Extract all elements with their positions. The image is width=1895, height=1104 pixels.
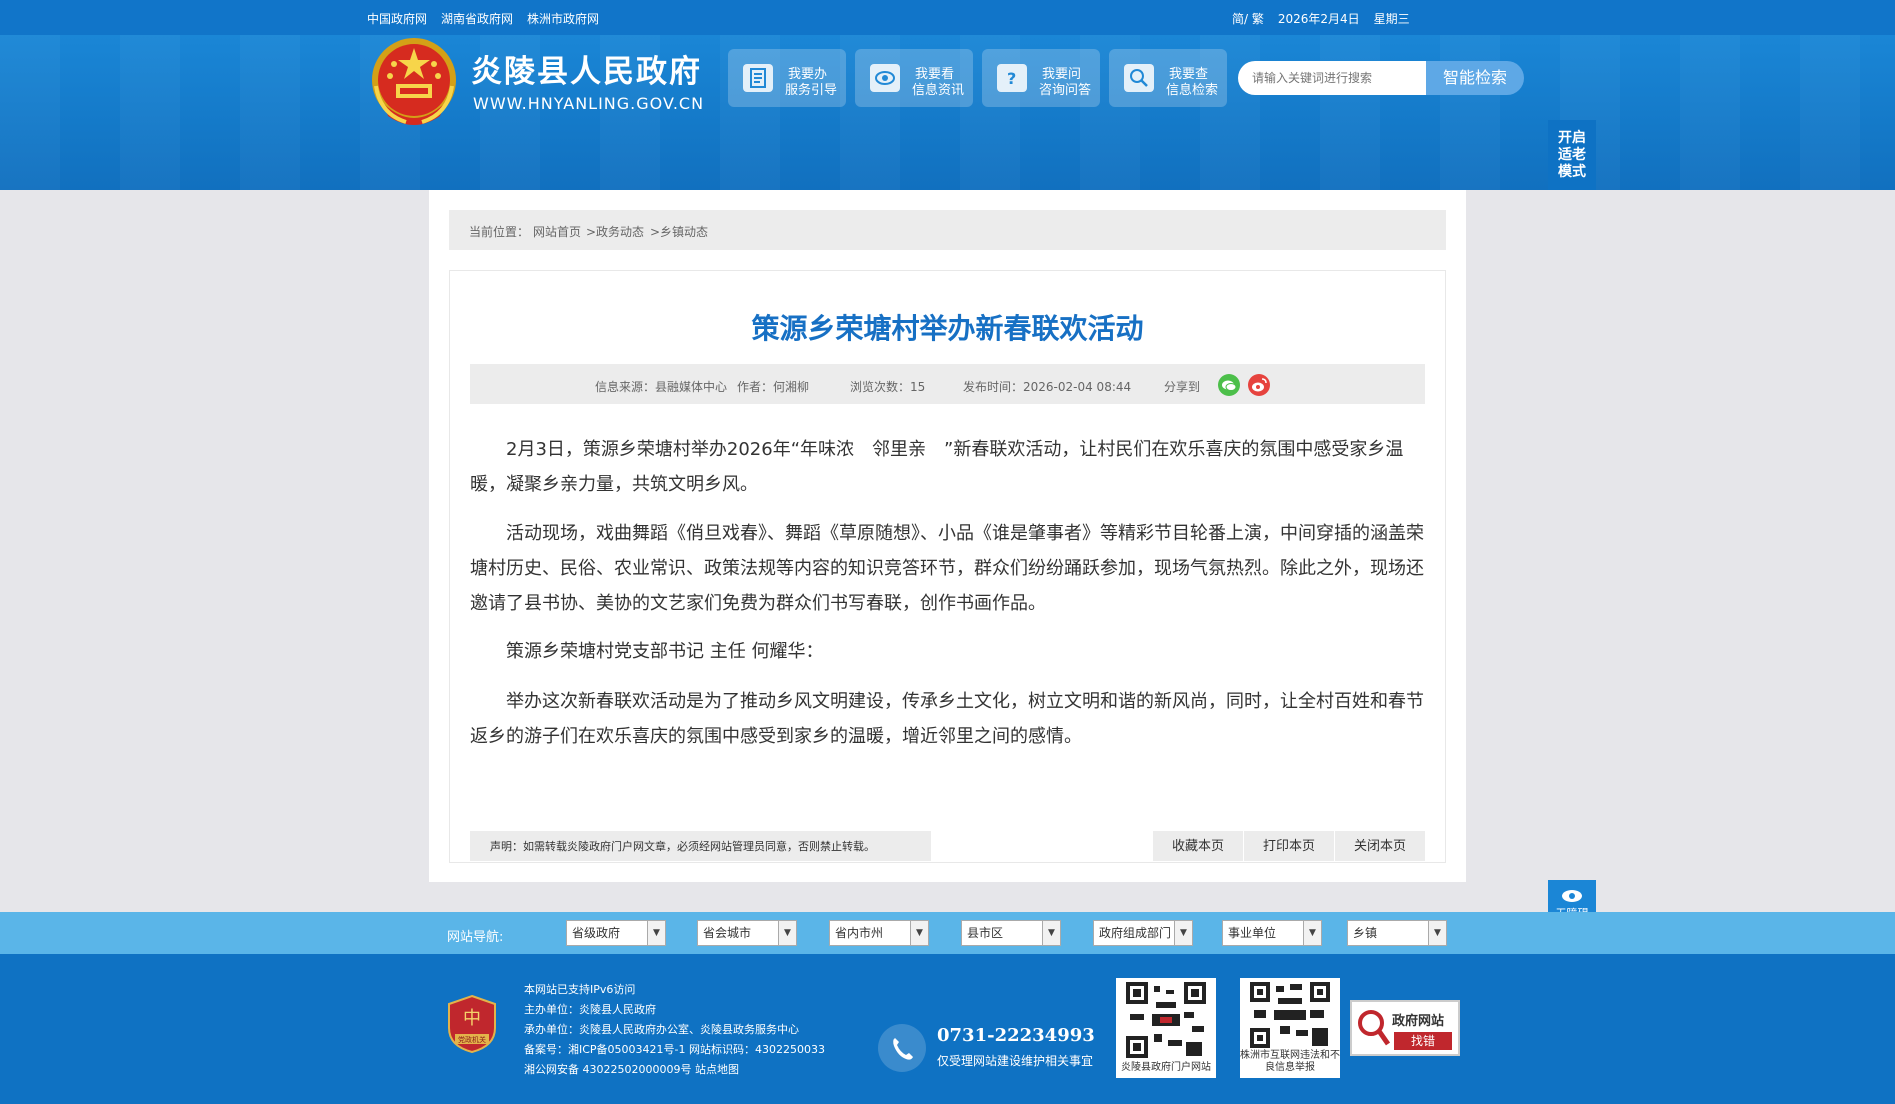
link-hunan-gov[interactable]: 湖南省政府网 bbox=[441, 10, 513, 27]
magnifier-icon bbox=[1358, 1010, 1390, 1046]
article-paragraph: 策源乡荣塘村党支部书记 主任 何耀华： bbox=[506, 641, 824, 662]
qr-label-portal: 炎陵县政府门户网站 bbox=[1121, 1062, 1211, 1073]
service-sublabel-4: 信息检索 bbox=[1166, 83, 1219, 98]
select-value: 省内市州 bbox=[835, 926, 884, 940]
elder-mode-label: 开启适老模式 bbox=[1558, 130, 1586, 180]
current-weekday: 星期三 bbox=[1373, 12, 1410, 26]
link-zhuzhou-gov[interactable]: 株洲市政府网 bbox=[527, 10, 599, 27]
select-prefectures[interactable]: 省内市州 ▼ bbox=[829, 920, 929, 946]
breadcrumb-gov-news[interactable]: >政务动态 bbox=[586, 223, 644, 240]
top-bar: 中国政府网 湖南省政府网 株洲市政府网 简/ 繁 2026年2月4日 星期三 bbox=[0, 0, 1895, 35]
party-gov-badge[interactable]: 中 党政机关 bbox=[447, 994, 497, 1054]
select-value: 县市区 bbox=[967, 926, 1004, 940]
qr-code-report: 株洲市互联网违法和不良信息举报 bbox=[1240, 978, 1340, 1078]
error-box-line2: 找错 bbox=[1394, 1032, 1452, 1050]
lang-switch[interactable]: 简/ 繁 bbox=[1232, 10, 1264, 27]
current-date: 2026年2月4日 bbox=[1277, 12, 1360, 26]
select-townships[interactable]: 乡镇 ▼ bbox=[1347, 920, 1447, 946]
select-value: 省会城市 bbox=[703, 926, 752, 940]
select-counties[interactable]: 县市区 ▼ bbox=[961, 920, 1061, 946]
party-gov-badge-icon: 中 bbox=[448, 994, 496, 1054]
service-button-cha[interactable]: 我要查 信息检索 bbox=[1109, 49, 1227, 107]
phone-icon bbox=[878, 1024, 926, 1072]
site-url: WWW.HNYANLING.GOV.CN bbox=[473, 94, 705, 113]
print-button[interactable]: 打印本页 bbox=[1244, 831, 1334, 861]
elder-mode-toggle[interactable]: 开启适老模式 bbox=[1548, 120, 1596, 190]
link-gov-cn[interactable]: 中国政府网 bbox=[367, 10, 427, 27]
select-public-institutions[interactable]: 事业单位 ▼ bbox=[1222, 920, 1322, 946]
select-value: 省级政府 bbox=[572, 926, 621, 940]
qr-code-icon bbox=[1250, 982, 1330, 1048]
document-icon bbox=[743, 64, 773, 92]
eye-icon bbox=[870, 64, 900, 92]
footer-icp[interactable]: 备案号：湘ICP备05003421号-1 网站标识码：4302250033 bbox=[524, 1041, 825, 1057]
party-gov-badge-text: 党政机关 bbox=[458, 1036, 486, 1044]
chevron-down-icon: ▼ bbox=[1042, 921, 1060, 945]
service-sublabel-2: 信息资讯 bbox=[912, 83, 965, 98]
breadcrumb: 当前位置： 网站首页 >政务动态 >乡镇动态 bbox=[449, 210, 1446, 250]
search-icon bbox=[1124, 64, 1154, 92]
reprint-notice: 声明：如需转载炎陵政府门户网文章，必须经网站管理员同意，否则禁止转载。 bbox=[470, 831, 931, 861]
breadcrumb-home[interactable]: 网站首页 bbox=[533, 223, 581, 240]
close-page-button[interactable]: 关闭本页 bbox=[1335, 831, 1425, 861]
footer-organizer: 承办单位：炎陵县人民政府办公室、炎陵县政务服务中心 bbox=[524, 1023, 799, 1036]
top-links: 中国政府网 湖南省政府网 株洲市政府网 bbox=[367, 10, 599, 27]
service-button-wen[interactable]: ? 我要问 咨询问答 bbox=[982, 49, 1100, 107]
service-sublabel-3: 咨询问答 bbox=[1039, 83, 1092, 98]
meta-share-label: 分享到 bbox=[1164, 380, 1201, 394]
site-title[interactable]: 炎陵县人民政府 bbox=[471, 46, 702, 91]
service-button-kan[interactable]: 我要看 信息资讯 bbox=[855, 49, 973, 107]
eye-icon bbox=[1562, 890, 1582, 902]
select-capital-cities[interactable]: 省会城市 ▼ bbox=[697, 920, 797, 946]
weibo-share-icon[interactable] bbox=[1248, 374, 1270, 396]
service-button-ban[interactable]: 我要办 服务引导 bbox=[728, 49, 846, 107]
footer-ipv6: 本网站已支持IPv6访问 bbox=[524, 983, 636, 996]
error-box-line1: 政府网站 bbox=[1392, 1014, 1445, 1029]
footer-police-record[interactable]: 湘公网安备 43022502000009号 站点地图 bbox=[524, 1061, 739, 1077]
breadcrumb-township-news[interactable]: >乡镇动态 bbox=[650, 223, 708, 240]
meta-views: 浏览次数：15 bbox=[850, 380, 926, 394]
chevron-down-icon: ▼ bbox=[778, 921, 796, 945]
select-provincial-gov[interactable]: 省级政府 ▼ bbox=[566, 920, 666, 946]
select-value: 政府组成部门 bbox=[1099, 926, 1172, 940]
chevron-down-icon: ▼ bbox=[647, 921, 665, 945]
contact-phone-desc: 仅受理网站建设维护相关事宜 bbox=[937, 1054, 1094, 1068]
search-input[interactable] bbox=[1238, 61, 1426, 95]
article-paragraph: 2月3日，策源乡荣塘村举办2026年“年味浓 邻里亲 ”新春联欢活动，让村民们在… bbox=[470, 439, 1404, 495]
chevron-down-icon: ▼ bbox=[910, 921, 928, 945]
chevron-down-icon: ▼ bbox=[1174, 921, 1192, 945]
nav-label: 网站导航: bbox=[447, 930, 504, 945]
breadcrumb-prefix: 当前位置： bbox=[469, 225, 530, 239]
service-sublabel-1: 服务引导 bbox=[785, 83, 838, 98]
article-meta: 信息来源：县融媒体中心 作者：何湘柳 浏览次数：15 发布时间：2026-02-… bbox=[470, 364, 1425, 404]
select-gov-departments[interactable]: 政府组成部门 ▼ bbox=[1093, 920, 1193, 946]
article-title: 策源乡荣塘村举办新春联欢活动 bbox=[751, 312, 1144, 345]
bookmark-button[interactable]: 收藏本页 bbox=[1153, 831, 1243, 861]
article-paragraph: 活动现场，戏曲舞蹈《俏旦戏春》、舞蹈《草原随想》、小品《谁是肇事者》等精彩节目轮… bbox=[470, 523, 1424, 614]
meta-author: 作者：何湘柳 bbox=[737, 380, 810, 394]
site-navigation-bar: 网站导航: 省级政府 ▼ 省会城市 ▼ 省内市州 ▼ 县市区 ▼ 政府组成部门 ▼ 事业单… bbox=[0, 912, 1895, 954]
chevron-down-icon: ▼ bbox=[1303, 921, 1321, 945]
question-icon: ? bbox=[997, 64, 1027, 92]
footer-sponsor: 主办单位：炎陵县人民政府 bbox=[524, 1003, 656, 1016]
wechat-share-icon[interactable] bbox=[1218, 374, 1240, 396]
top-right: 简/ 繁 2026年2月4日 星期三 bbox=[1232, 10, 1410, 27]
select-value: 乡镇 bbox=[1353, 926, 1378, 940]
svg-text:中: 中 bbox=[463, 1008, 481, 1029]
select-value: 事业单位 bbox=[1228, 926, 1277, 940]
chevron-down-icon: ▼ bbox=[1428, 921, 1446, 945]
meta-published: 发布时间：2026-02-04 08:44 bbox=[963, 380, 1132, 394]
svg-text:?: ? bbox=[1007, 69, 1016, 88]
national-emblem-icon bbox=[372, 38, 456, 125]
article-paragraph: 举办这次新春联欢活动是为了推动乡风文明建设，传承乡土文化，树立文明和谐的新风尚，… bbox=[470, 691, 1424, 747]
qr-code-icon bbox=[1126, 982, 1206, 1058]
meta-source: 信息来源：县融媒体中心 bbox=[595, 380, 728, 394]
search-button[interactable]: 智能检索 bbox=[1426, 61, 1524, 95]
contact-phone: 0731-22234993 bbox=[937, 1025, 1095, 1046]
qr-label-report: 株洲市互联网违法和不良信息举报 bbox=[1240, 1050, 1340, 1073]
gov-site-error-report[interactable]: 政府网站 找错 bbox=[1350, 1000, 1460, 1056]
qr-code-portal: 炎陵县政府门户网站 bbox=[1116, 978, 1216, 1078]
